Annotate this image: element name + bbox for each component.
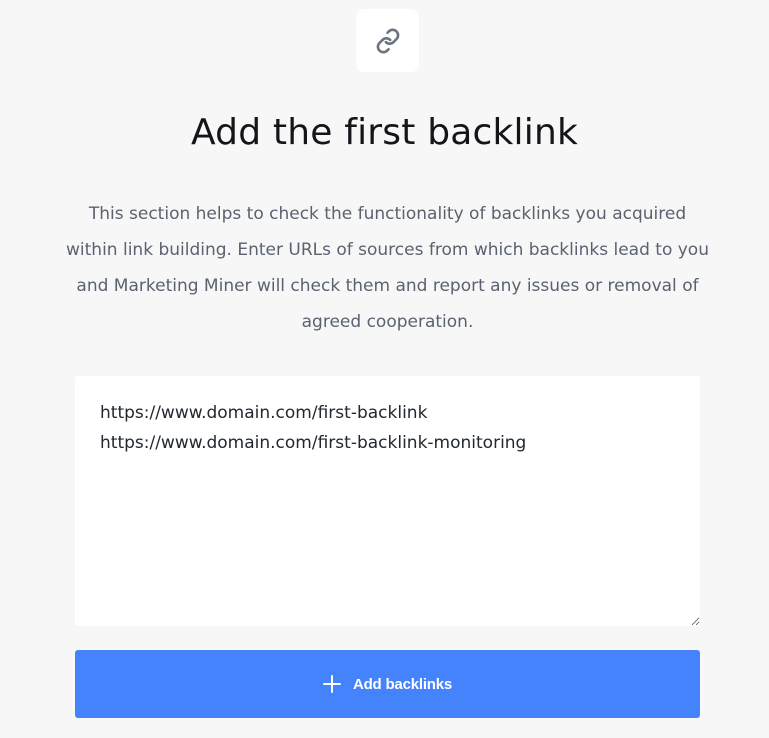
link-icon xyxy=(376,28,399,53)
add-backlinks-label: Add backlinks xyxy=(352,675,453,693)
plus-icon xyxy=(322,675,341,693)
link-icon-container xyxy=(356,9,419,72)
add-backlinks-button[interactable]: Add backlinks xyxy=(75,650,700,718)
backlinks-textarea[interactable] xyxy=(75,376,700,626)
page-title: Add the first backlink xyxy=(190,112,579,153)
section-description: This section helps to check the function… xyxy=(66,204,709,332)
